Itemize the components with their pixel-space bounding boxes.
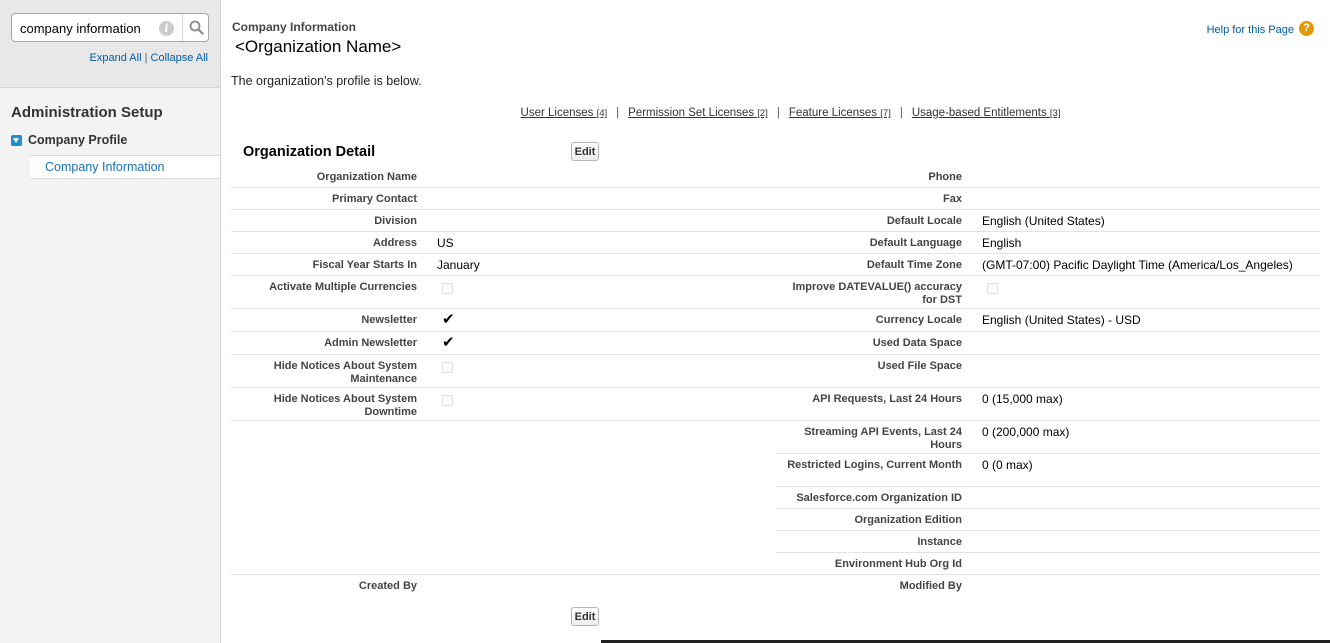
detail-row: Fiscal Year Starts In January Default Ti… [231, 254, 1320, 276]
datevalue-accuracy-checkbox [987, 283, 998, 294]
field-label: Improve DATEVALUE() accuracy for DST [792, 281, 962, 306]
organization-detail-heading: Organization Detail [243, 144, 376, 160]
administration-setup-heading: Administration Setup [11, 104, 163, 121]
collapse-toggle-icon[interactable] [11, 134, 22, 146]
address-value: US [437, 236, 454, 250]
hide-maintenance-checkbox [442, 362, 453, 373]
restricted-logins-value: 0 (0 max) [982, 458, 1033, 472]
field-label: Phone [928, 171, 962, 183]
field-label: Used Data Space [872, 337, 962, 349]
field-label: Default Language [869, 237, 962, 249]
field-label: Default Time Zone [866, 259, 962, 271]
setup-search-input[interactable] [20, 19, 160, 37]
setup-tree: Administration Setup Company Profile Com… [0, 87, 220, 643]
field-label: Fax [943, 193, 962, 205]
default-locale-value: English (United States) [982, 214, 1105, 228]
link-separator: | [616, 107, 620, 119]
collapse-all-link[interactable]: Collapse All [151, 52, 208, 64]
detail-row: Hide Notices About System Downtime API R… [231, 388, 1320, 421]
field-label: Newsletter [361, 314, 417, 326]
user-licenses-link[interactable]: User Licenses [4] [521, 107, 608, 119]
detail-row: Environment Hub Org Id [231, 553, 1320, 575]
main-content: Company Information <Organization Name> … [221, 0, 1330, 643]
field-label: Streaming API Events, Last 24 Hours [804, 426, 962, 451]
related-list-links: User Licenses [4] | Permission Set License… [221, 107, 1330, 119]
info-icon[interactable]: i [159, 21, 174, 36]
detail-row: Streaming API Events, Last 24 Hours 0 (2… [231, 421, 1320, 454]
search-button[interactable] [182, 14, 209, 41]
field-label: Fiscal Year Starts In [312, 259, 417, 271]
field-label: Address [372, 237, 417, 249]
api-requests-value: 0 (15,000 max) [982, 392, 1063, 406]
detail-row: Organization Edition [231, 509, 1320, 531]
detail-row: Activate Multiple Currencies Improve DAT… [231, 276, 1320, 309]
help-for-this-page-link[interactable]: Help for this Page [1207, 24, 1294, 36]
tree-node-label: Company Profile [28, 133, 128, 147]
edit-button-top[interactable]: Edit [571, 142, 599, 161]
field-label: Created By [358, 580, 417, 592]
field-label: Hide Notices About System Maintenance [273, 360, 417, 385]
hide-downtime-checkbox [442, 395, 453, 406]
field-label: API Requests, Last 24 Hours [812, 393, 962, 405]
intro-text: The organization's profile is below. [231, 74, 422, 88]
detail-row: Salesforce.com Organization ID [231, 487, 1320, 509]
link-separator: | [776, 107, 780, 119]
setup-search-box: i [11, 13, 209, 42]
edit-button-bottom[interactable]: Edit [571, 607, 599, 626]
field-label: Organization Edition [854, 514, 962, 526]
streaming-api-value: 0 (200,000 max) [982, 425, 1070, 439]
usage-based-entitlements-link[interactable]: Usage-based Entitlements [3] [912, 107, 1061, 119]
field-label: Hide Notices About System Downtime [273, 393, 417, 418]
multiple-currencies-checkbox [442, 283, 453, 294]
default-time-zone-value: (GMT-07:00) Pacific Daylight Time (Ameri… [982, 258, 1293, 272]
link-separator: | [144, 52, 148, 64]
field-label: Division [374, 215, 417, 227]
field-label: Organization Name [316, 171, 417, 183]
detail-row: Restricted Logins, Current Month 0 (0 ma… [231, 454, 1320, 487]
field-label: Salesforce.com Organization ID [796, 492, 962, 504]
admin-newsletter-checked-icon: ✔ [442, 334, 455, 351]
detail-row: Newsletter ✔ Currency Locale English (Un… [231, 309, 1320, 332]
permission-set-licenses-link[interactable]: Permission Set Licenses [2] [628, 107, 768, 119]
page-title: <Organization Name> [235, 37, 402, 56]
default-language-value: English [982, 236, 1022, 250]
currency-locale-value: English (United States) - USD [982, 313, 1141, 327]
detail-row: Hide Notices About System Maintenance Us… [231, 355, 1320, 388]
field-label: Admin Newsletter [324, 337, 417, 349]
setup-sidebar: i Expand All | Collapse All Administrati… [0, 0, 221, 643]
field-label: Currency Locale [875, 314, 962, 326]
detail-row: Address US Default Language English [231, 232, 1320, 254]
expand-collapse-links: Expand All | Collapse All [0, 52, 208, 64]
detail-row: Organization Name Phone [231, 166, 1320, 188]
field-label: Primary Contact [332, 193, 417, 205]
detail-row: Division Default Locale English (United … [231, 210, 1320, 232]
field-label: Restricted Logins, Current Month [787, 459, 962, 471]
newsletter-checked-icon: ✔ [442, 311, 455, 328]
field-label: Instance [917, 536, 962, 548]
tree-node-company-profile[interactable]: Company Profile [11, 133, 127, 147]
field-label: Environment Hub Org Id [834, 558, 962, 570]
field-label: Used File Space [877, 360, 962, 372]
fiscal-year-value: January [437, 258, 480, 272]
detail-row: Created By Modified By [231, 575, 1320, 597]
field-label: Activate Multiple Currencies [269, 281, 417, 293]
field-label: Default Locale [886, 215, 962, 227]
tree-node-company-information[interactable]: Company Information [30, 155, 220, 179]
field-label: Modified By [899, 580, 962, 592]
detail-row: Admin Newsletter ✔ Used Data Space [231, 332, 1320, 355]
link-separator: | [899, 107, 903, 119]
feature-licenses-link[interactable]: Feature Licenses [7] [789, 107, 891, 119]
breadcrumb: Company Information [232, 20, 357, 34]
expand-all-link[interactable]: Expand All [90, 52, 142, 64]
search-icon [189, 20, 204, 35]
help-icon[interactable]: ? [1299, 21, 1314, 36]
detail-row: Primary Contact Fax [231, 188, 1320, 210]
detail-row: Instance [231, 531, 1320, 553]
